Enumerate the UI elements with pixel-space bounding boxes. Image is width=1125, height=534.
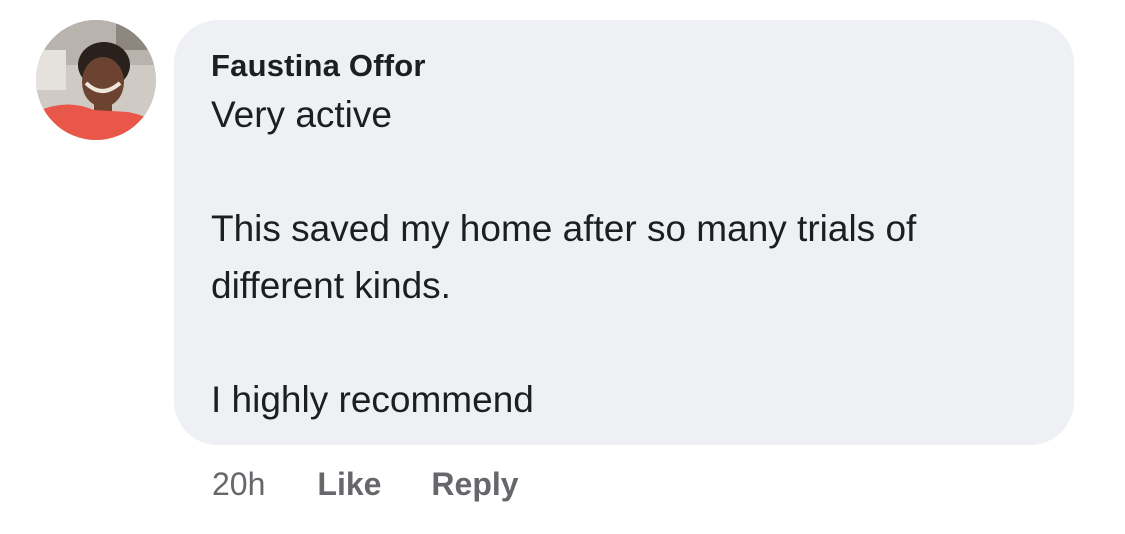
comment-author[interactable]: Faustina Offor — [211, 46, 1038, 86]
comment-timestamp[interactable]: 20h — [212, 462, 265, 506]
like-button[interactable]: Like — [317, 462, 381, 506]
comment-text-line: Very active — [211, 94, 392, 135]
avatar-photo — [36, 20, 156, 140]
comment-blank-line — [211, 143, 1038, 200]
comment-text-line: different kinds. — [211, 265, 451, 306]
comment-text-line: This saved my home after so many trials … — [211, 208, 917, 249]
comment-bubble: Faustina Offor Very active This saved my… — [174, 20, 1074, 445]
comment-actions: 20h Like Reply — [212, 462, 519, 506]
comment-blank-line — [211, 314, 1038, 371]
comment-text-line: I highly recommend — [211, 379, 534, 420]
avatar[interactable] — [36, 20, 156, 140]
reply-button[interactable]: Reply — [431, 462, 518, 506]
